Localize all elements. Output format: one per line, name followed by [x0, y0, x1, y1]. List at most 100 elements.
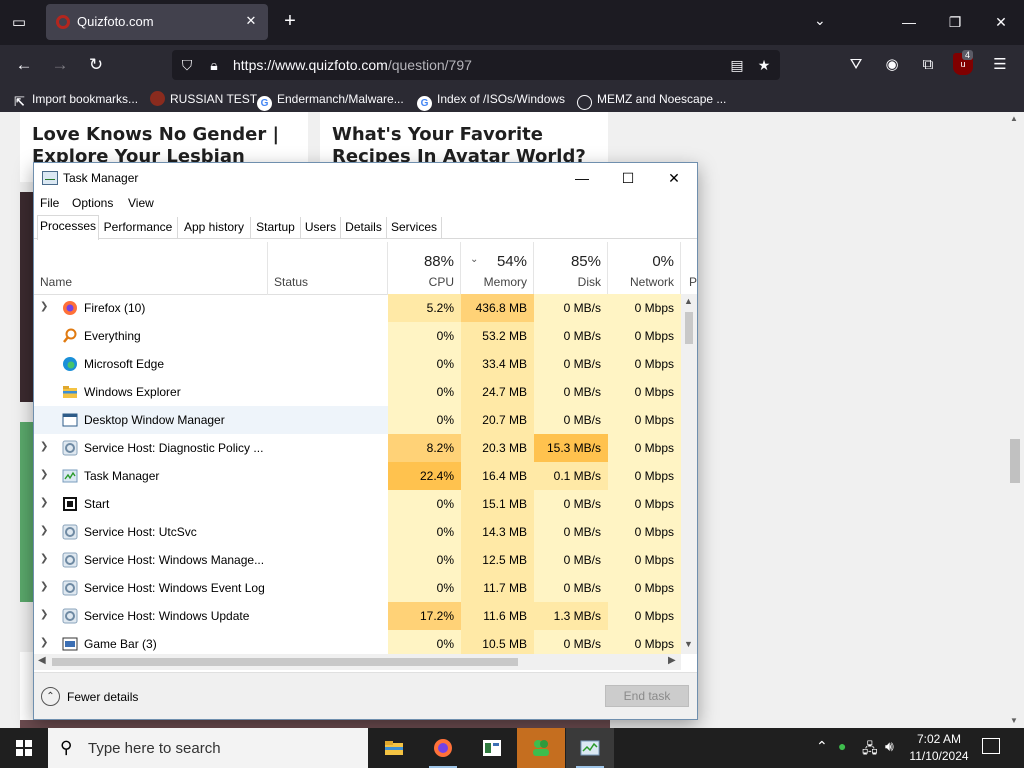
scroll-down-icon[interactable]: ▼	[684, 639, 693, 649]
taskbar-task-manager[interactable]	[566, 728, 614, 768]
menu-icon[interactable]: ☰	[988, 53, 1012, 77]
process-row[interactable]: Desktop Window Manager 0% 20.7 MB 0 MB/s 0 M…	[34, 406, 681, 434]
process-list-vertical-scrollbar[interactable]: ▲ ▼	[681, 294, 697, 654]
scroll-down-icon[interactable]: ▼	[1010, 716, 1018, 725]
column-header-memory[interactable]: 54% Memory	[461, 242, 534, 295]
process-row[interactable]: ❯ Service Host: Windows Manage... 0% 12.5 M…	[34, 546, 681, 574]
bookmark-russian-test[interactable]: RUSSIAN TEST	[150, 90, 257, 108]
expand-chevron-icon[interactable]: ❯	[40, 441, 48, 452]
column-header-cpu[interactable]: 88% CPU	[388, 242, 461, 295]
tab-services[interactable]: Services	[387, 217, 442, 239]
lock-icon[interactable]: 🔒︎	[204, 55, 224, 75]
process-row[interactable]: Microsoft Edge 0% 33.4 MB 0 MB/s 0 Mbps	[34, 350, 681, 378]
shield-icon[interactable]: ⛉	[177, 55, 197, 75]
expand-chevron-icon[interactable]: ❯	[40, 497, 48, 508]
scroll-right-icon[interactable]: ▶	[668, 655, 676, 666]
expand-chevron-icon[interactable]: ❯	[40, 301, 48, 312]
process-row[interactable]: ❯ Game Bar (3) 0% 10.5 MB 0 MB/s 0 Mbps	[34, 630, 681, 654]
tab-app-history[interactable]: App history	[178, 217, 251, 239]
process-row[interactable]: ❯ Service Host: Diagnostic Policy ... 8.2%…	[34, 434, 681, 462]
expand-chevron-icon[interactable]: ❯	[40, 469, 48, 480]
quiz-thumbnail[interactable]	[20, 720, 610, 728]
tray-users-icon[interactable]: ●	[838, 738, 846, 754]
taskbar-app[interactable]	[468, 728, 516, 768]
tab-users[interactable]: Users	[301, 217, 341, 239]
close-icon[interactable]: ✕	[651, 166, 697, 190]
taskbar-search-box[interactable]: ⚲ Type here to search	[48, 728, 368, 768]
expand-chevron-icon[interactable]: ❯	[40, 637, 48, 648]
tab-processes[interactable]: Processes	[37, 215, 99, 240]
process-row[interactable]: ❯ Service Host: UtcSvc 0% 14.3 MB 0 MB/s 0 Mb…	[34, 518, 681, 546]
column-header-name[interactable]: Name	[34, 242, 268, 295]
close-tab-icon[interactable]: ✕	[242, 12, 260, 30]
page-scrollbar[interactable]: ▲ ▼	[1006, 112, 1024, 728]
process-row[interactable]: ❯ Firefox (10) 5.2% 436.8 MB 0 MB/s 0 Mbps	[34, 294, 681, 322]
scroll-up-icon[interactable]: ▲	[1010, 114, 1018, 123]
maximize-icon[interactable]: ☐	[605, 166, 651, 190]
chevron-down-icon[interactable]: ⌄	[814, 12, 826, 29]
column-header-status[interactable]: Status	[268, 242, 388, 295]
column-header-power[interactable]: P	[681, 242, 697, 295]
forward-arrow-icon[interactable]: →	[47, 53, 73, 77]
list-all-tabs-icon[interactable]: ▭	[8, 12, 30, 34]
account-icon[interactable]: ◉	[880, 53, 904, 77]
column-header-disk[interactable]: 85% Disk	[534, 242, 608, 295]
expand-chevron-icon[interactable]: ❯	[40, 553, 48, 564]
taskbar-firefox[interactable]	[419, 728, 467, 768]
process-row[interactable]: Windows Explorer 0% 24.7 MB 0 MB/s 0 Mbps	[34, 378, 681, 406]
quiz-thumbnail[interactable]	[20, 422, 34, 602]
network-icon[interactable]: 🖧︎	[862, 738, 878, 762]
tab-performance[interactable]: Performance	[99, 217, 178, 239]
back-arrow-icon[interactable]: ←	[11, 53, 37, 77]
bookmark-import[interactable]: ⇱ Import bookmarks...	[12, 90, 138, 109]
taskbar-clock[interactable]: 7:02 AM 11/10/2024	[904, 731, 974, 765]
menu-view[interactable]: View	[128, 196, 154, 210]
page-scrollbar-thumb[interactable]	[1010, 439, 1020, 483]
end-task-button[interactable]: End task	[605, 685, 689, 707]
horizontal-scroll-thumb[interactable]	[52, 658, 518, 666]
menu-file[interactable]: File	[40, 196, 59, 210]
expand-chevron-icon[interactable]: ❯	[40, 609, 48, 620]
bookmark-memz[interactable]: oMEMZ and Noescape ...	[577, 90, 726, 110]
quiz-thumbnail[interactable]	[20, 192, 34, 402]
scroll-up-icon[interactable]: ▲	[684, 296, 693, 306]
chevron-up-circle-icon[interactable]: ⌃	[41, 687, 60, 706]
address-bar[interactable]: ⛉ 🔒︎ https://www.quizfoto.com/question/7…	[172, 50, 780, 80]
column-header-network[interactable]: 0% Network	[608, 242, 681, 295]
process-row[interactable]: ❯ Service Host: Windows Event Log 0% 11.7 M…	[34, 574, 681, 602]
volume-icon[interactable]: 🔊︎	[885, 738, 894, 755]
pocket-icon[interactable]: ⛛	[844, 53, 868, 77]
task-manager-titlebar[interactable]: Task Manager — ☐ ✕	[34, 163, 697, 193]
show-hidden-icons-chevron-icon[interactable]: ⌃	[816, 738, 828, 755]
vertical-scroll-thumb[interactable]	[685, 312, 693, 344]
reader-view-icon[interactable]: ▤	[727, 55, 747, 75]
process-row[interactable]: Everything 0% 53.2 MB 0 MB/s 0 Mbps	[34, 322, 681, 350]
expand-chevron-icon[interactable]: ❯	[40, 525, 48, 536]
minimize-window-icon[interactable]: —	[894, 10, 924, 34]
process-row[interactable]: ❯ Start 0% 15.1 MB 0 MB/s 0 Mbps	[34, 490, 681, 518]
close-window-icon[interactable]: ✕	[986, 10, 1016, 34]
scroll-left-icon[interactable]: ◀	[38, 655, 46, 666]
process-list-horizontal-scrollbar[interactable]: ◀ ▶	[34, 654, 681, 670]
expand-chevron-icon[interactable]: ❯	[40, 581, 48, 592]
start-button[interactable]	[0, 728, 48, 768]
notification-center-icon[interactable]	[982, 738, 1000, 754]
browser-tab[interactable]: Quizfoto.com ✕	[46, 4, 268, 40]
reload-icon[interactable]: ↻	[83, 53, 109, 77]
bookmark-isos[interactable]: G Index of /ISOs/Windows	[417, 90, 565, 111]
menu-options[interactable]: Options	[72, 196, 113, 210]
taskbar-file-explorer[interactable]	[370, 728, 418, 768]
process-row[interactable]: ❯ Task Manager 22.4% 16.4 MB 0.1 MB/s 0 Mbps	[34, 462, 681, 490]
taskbar-highlighted-app[interactable]	[517, 728, 565, 768]
new-tab-icon[interactable]: +	[280, 10, 300, 32]
bookmark-endermanch[interactable]: G Endermanch/Malware...	[257, 90, 404, 111]
fewer-details-link[interactable]: Fewer details	[67, 690, 138, 704]
bookmark-star-icon[interactable]: ★	[754, 55, 774, 75]
tab-startup[interactable]: Startup	[251, 217, 301, 239]
extensions-icon[interactable]: ⧉	[916, 53, 940, 77]
process-row[interactable]: ❯ Service Host: Windows Update 17.2% 11.6 M…	[34, 602, 681, 630]
minimize-icon[interactable]: —	[559, 166, 605, 190]
tab-details[interactable]: Details	[341, 217, 387, 239]
url-text[interactable]: https://www.quizfoto.com/question/797	[233, 57, 472, 73]
restore-window-icon[interactable]: ❐	[940, 10, 970, 34]
